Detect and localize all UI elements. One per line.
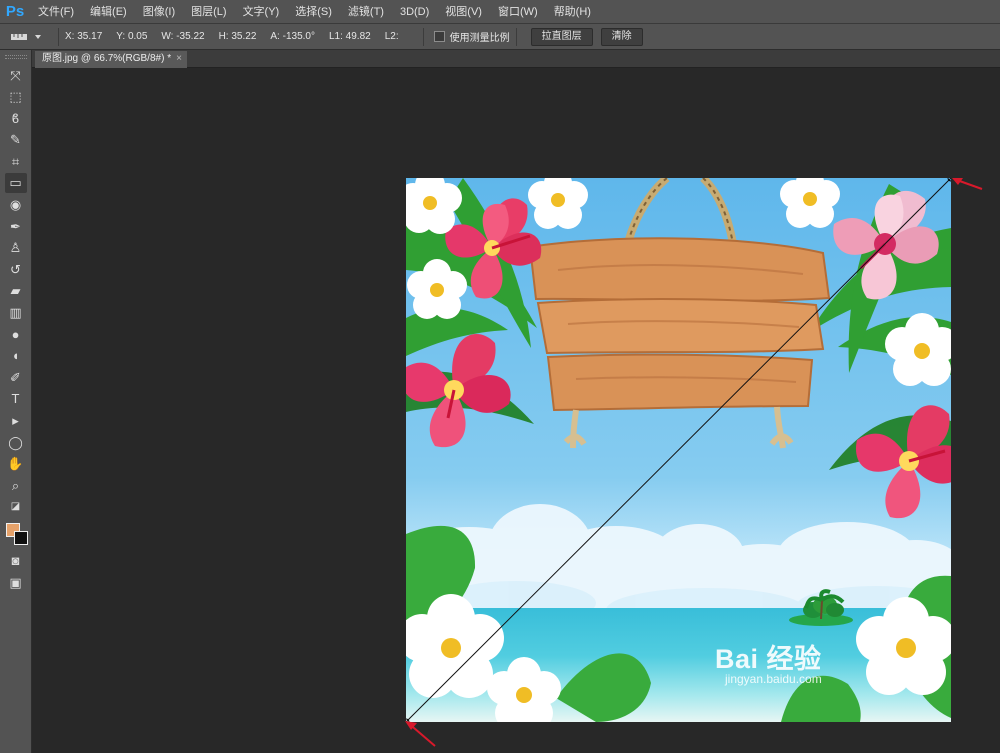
canvas-area[interactable]: Bai 经验 jingyan.baidu.com <box>32 68 1000 753</box>
type-icon[interactable]: T <box>5 389 27 409</box>
watermark-main: Bai 经验 <box>715 644 822 674</box>
length1-readout: L1: 49.82 <box>328 31 371 42</box>
menu-select[interactable]: 选择(S) <box>287 0 340 24</box>
document-tab-bar: 原图.jpg @ 66.7%(RGB/8#) * × <box>32 50 1000 68</box>
menu-type[interactable]: 文字(Y) <box>235 0 288 24</box>
options-separator <box>422 27 424 46</box>
menu-window[interactable]: 窗口(W) <box>490 0 546 24</box>
options-separator <box>58 27 59 46</box>
measure-scale-checkbox[interactable] <box>433 31 445 42</box>
pen-icon[interactable]: ✐ <box>5 367 27 387</box>
measure-scale-label: 使用测量比例 <box>449 33 510 44</box>
panel-grip[interactable] <box>4 55 27 59</box>
angle-readout: A: -135.0° <box>270 31 315 42</box>
document-image[interactable]: Bai 经验 jingyan.baidu.com <box>406 178 951 722</box>
annotation-arrow-bottom <box>405 721 436 747</box>
ellipse-icon[interactable]: ◯ <box>5 432 27 452</box>
ruler-icon <box>11 33 27 40</box>
document-tab-title: 原图.jpg @ 66.7%(RGB/8#) * <box>42 53 172 64</box>
options-separator <box>515 27 517 46</box>
options-bar: X: 35.17 Y: 0.05 W: -35.22 H: 35.22 A: -… <box>0 24 1000 50</box>
menu-file[interactable]: 文件(F) <box>30 0 82 24</box>
photoshop-logo: Ps <box>5 3 25 20</box>
ruler-icon[interactable]: ▭ <box>4 172 27 193</box>
background-color-swatch[interactable] <box>13 530 28 545</box>
annotation-arrow-top <box>952 178 983 190</box>
path-selection-icon[interactable]: ▸ <box>5 411 27 431</box>
crop-icon[interactable]: ⌗ <box>5 151 27 171</box>
lasso-icon[interactable]: ϐ <box>5 108 27 128</box>
screen-mode-icon[interactable]: ▣ <box>5 572 27 592</box>
spot-healing-icon[interactable]: ◉ <box>5 195 27 215</box>
history-brush-icon[interactable]: ↺ <box>5 259 27 279</box>
menu-image[interactable]: 图像(I) <box>135 0 183 24</box>
brush-icon[interactable]: ✒ <box>5 216 27 236</box>
menu-help[interactable]: 帮助(H) <box>546 0 599 24</box>
blur-icon[interactable]: ● <box>5 324 27 344</box>
eraser-icon[interactable]: ▰ <box>5 281 27 301</box>
document-tab[interactable]: 原图.jpg @ 66.7%(RGB/8#) * × <box>35 51 187 68</box>
tools-panel: ⤧ ⬚ ϐ ✎ ⌗ ▭ ◉ ✒ ♙ ↺ ▰ ▥ ● ◖ ✐ T ▸ ◯ ✋ ⌕ … <box>0 50 32 753</box>
y-readout: Y: 0.05 <box>116 31 148 42</box>
menu-3d[interactable]: 3D(D) <box>392 0 437 24</box>
marquee-icon[interactable]: ⬚ <box>5 87 27 107</box>
menu-view[interactable]: 视图(V) <box>437 0 490 24</box>
menu-layer[interactable]: 图层(L) <box>183 0 234 24</box>
clone-stamp-icon[interactable]: ♙ <box>5 238 27 258</box>
gradient-icon[interactable]: ▥ <box>5 303 27 323</box>
ruler-tool-preset[interactable] <box>10 27 52 47</box>
dodge-icon[interactable]: ◖ <box>5 346 27 366</box>
height-readout: H: 35.22 <box>218 31 257 42</box>
length2-readout: L2: <box>384 31 399 42</box>
clear-button[interactable]: 清除 <box>600 27 643 46</box>
chevron-down-icon <box>35 34 41 39</box>
close-icon[interactable]: × <box>176 51 182 67</box>
width-readout: W: -35.22 <box>161 31 205 42</box>
watermark-url: jingyan.baidu.com <box>725 672 822 686</box>
x-readout: X: 35.17 <box>65 31 103 42</box>
quick-selection-icon[interactable]: ✎ <box>5 130 27 150</box>
move-icon[interactable]: ⤧ <box>5 65 27 85</box>
zoom-icon[interactable]: ⌕ <box>5 475 27 495</box>
hand-icon[interactable]: ✋ <box>5 454 27 474</box>
menu-edit[interactable]: 编辑(E) <box>82 0 135 24</box>
menu-filter[interactable]: 滤镜(T) <box>340 0 392 24</box>
baidu-jingyan-watermark: Bai 经验 jingyan.baidu.com <box>715 637 897 693</box>
color-swatches <box>3 521 29 547</box>
quick-mask-icon[interactable]: ◙ <box>5 551 27 571</box>
straighten-layer-button[interactable]: 拉直图层 <box>530 27 593 46</box>
menu-bar: Ps 文件(F) 编辑(E) 图像(I) 图层(L) 文字(Y) 选择(S) 滤… <box>0 0 1000 24</box>
default-colors-icon[interactable]: ◪ <box>5 497 27 517</box>
